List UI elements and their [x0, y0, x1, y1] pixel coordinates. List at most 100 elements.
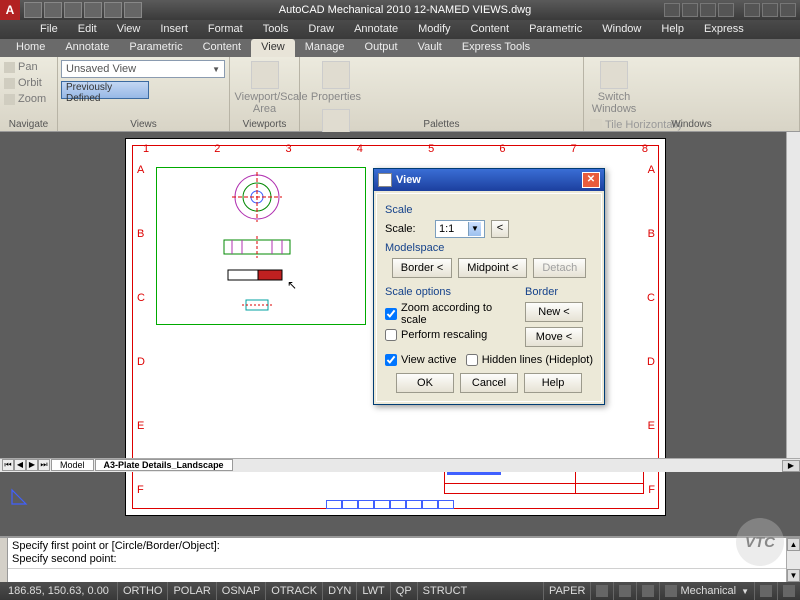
toggle-lwt[interactable]: LWT	[356, 582, 389, 600]
previously-defined-button[interactable]: Previously Defined	[61, 81, 149, 99]
scale-combo[interactable]: 1:1▼	[435, 220, 485, 238]
menu-edit[interactable]: Edit	[68, 20, 107, 39]
qat-open-icon[interactable]	[44, 2, 62, 18]
status-tray-icon[interactable]	[754, 582, 777, 600]
side-view-sketch	[222, 236, 292, 258]
menu-file[interactable]: File	[30, 20, 68, 39]
rescale-checkbox[interactable]: Perform rescaling	[385, 329, 509, 341]
tab-nav-first[interactable]: ⏮	[2, 459, 14, 471]
help-button[interactable]: Help	[524, 373, 582, 393]
menu-help[interactable]: Help	[651, 20, 694, 39]
rescale-checkbox-input[interactable]	[385, 329, 397, 341]
command-scrollbar[interactable]: ▲ ▼	[786, 538, 800, 582]
tab-content[interactable]: Content	[193, 39, 252, 57]
minimize-button[interactable]	[744, 3, 760, 17]
help-icon[interactable]	[718, 3, 734, 17]
properties-icon	[322, 61, 350, 89]
search-icon[interactable]	[664, 3, 680, 17]
toggle-dyn[interactable]: DYN	[322, 582, 356, 600]
comm-center-icon[interactable]	[682, 3, 698, 17]
tab-view[interactable]: View	[251, 39, 295, 57]
tab-nav-prev[interactable]: ◀	[14, 459, 26, 471]
tab-nav-last[interactable]: ⏭	[38, 459, 50, 471]
switch-windows-button[interactable]: Switch Windows	[590, 61, 638, 115]
ruler-left: ABCDEF	[137, 164, 147, 496]
viewport-scale-area-button[interactable]: Viewport/Scale Area	[235, 61, 295, 115]
tab-express-tools[interactable]: Express Tools	[452, 39, 540, 57]
pan-button[interactable]: Pan	[2, 59, 55, 75]
dialog-titlebar[interactable]: View ✕	[374, 169, 604, 191]
vertical-scrollbar[interactable]	[786, 132, 800, 458]
group-label-navigate: Navigate	[0, 119, 57, 130]
favorites-icon[interactable]	[700, 3, 716, 17]
menu-format[interactable]: Format	[198, 20, 253, 39]
dialog-close-button[interactable]: ✕	[582, 172, 600, 188]
qat-save-icon[interactable]	[64, 2, 82, 18]
tab-manage[interactable]: Manage	[295, 39, 355, 57]
menu-annotate[interactable]: Annotate	[344, 20, 408, 39]
zoom-icon	[4, 94, 15, 105]
tab-vault[interactable]: Vault	[408, 39, 452, 57]
toggle-osnap[interactable]: OSNAP	[216, 582, 266, 600]
zoom-checkbox-input[interactable]	[385, 308, 397, 320]
orbit-button[interactable]: Orbit	[2, 75, 55, 91]
coordinates-display[interactable]: 186.85, 150.63, 0.00	[0, 585, 117, 597]
tab-parametric[interactable]: Parametric	[119, 39, 192, 57]
section-view-sketch	[227, 268, 285, 284]
qat-new-icon[interactable]	[24, 2, 42, 18]
tab-home[interactable]: Home	[6, 39, 55, 57]
clean-screen-button[interactable]	[777, 582, 800, 600]
midpoint-button[interactable]: Midpoint <	[458, 258, 527, 278]
move-button[interactable]: Move <	[525, 327, 583, 347]
scroll-down-icon[interactable]: ▼	[787, 569, 800, 582]
qat-undo-icon[interactable]	[84, 2, 102, 18]
status-icon-1[interactable]	[590, 582, 613, 600]
scroll-right-button[interactable]: ▶	[782, 460, 800, 472]
hidden-lines-checkbox-input[interactable]	[466, 354, 478, 366]
view-active-checkbox-input[interactable]	[385, 354, 397, 366]
cancel-button[interactable]: Cancel	[460, 373, 518, 393]
scale-reset-button[interactable]: <	[491, 220, 509, 238]
scroll-up-icon[interactable]: ▲	[787, 538, 800, 551]
menu-express[interactable]: Express	[694, 20, 754, 39]
menu-insert[interactable]: Insert	[150, 20, 198, 39]
tab-annotate[interactable]: Annotate	[55, 39, 119, 57]
zoom-button[interactable]: Zoom	[2, 91, 55, 107]
new-button[interactable]: New <	[525, 302, 583, 322]
status-icon-3[interactable]	[636, 582, 659, 600]
ok-button[interactable]: OK	[396, 373, 454, 393]
workspace-switcher[interactable]: Mechanical▼	[659, 582, 754, 600]
border-button[interactable]: Border <	[392, 258, 453, 278]
menu-modify[interactable]: Modify	[408, 20, 460, 39]
viewport-frame[interactable]: ↖	[156, 167, 366, 325]
app-menu-button[interactable]: A	[0, 0, 20, 20]
layout-tab-model[interactable]: Model	[51, 459, 94, 471]
paper-model-toggle[interactable]: PAPER	[543, 582, 590, 600]
menu-draw[interactable]: Draw	[298, 20, 344, 39]
menu-tools[interactable]: Tools	[253, 20, 299, 39]
status-icon-2[interactable]	[613, 582, 636, 600]
toggle-struct[interactable]: STRUCT	[417, 582, 473, 600]
menu-parametric[interactable]: Parametric	[519, 20, 592, 39]
toggle-polar[interactable]: POLAR	[167, 582, 215, 600]
menu-view[interactable]: View	[107, 20, 151, 39]
hidden-lines-checkbox[interactable]: Hidden lines (Hideplot)	[466, 354, 593, 366]
zoom-checkbox[interactable]: Zoom according to scale	[385, 302, 509, 326]
qat-redo-icon[interactable]	[104, 2, 122, 18]
properties-button[interactable]: Properties	[306, 61, 366, 103]
named-views-combo[interactable]: Unsaved View▼	[61, 60, 225, 78]
qat-print-icon[interactable]	[124, 2, 142, 18]
tab-nav-next[interactable]: ▶	[26, 459, 38, 471]
menu-window[interactable]: Window	[592, 20, 651, 39]
menu-content[interactable]: Content	[461, 20, 520, 39]
command-line-grip[interactable]	[0, 538, 8, 582]
toggle-qp[interactable]: QP	[390, 582, 417, 600]
maximize-button[interactable]	[762, 3, 778, 17]
view-active-checkbox[interactable]: View active	[385, 354, 456, 366]
toggle-otrack[interactable]: OTRACK	[265, 582, 322, 600]
command-line[interactable]: Specify first point or [Circle/Border/Ob…	[0, 536, 800, 582]
close-button[interactable]	[780, 3, 796, 17]
tab-output[interactable]: Output	[355, 39, 408, 57]
layout-tab-a3[interactable]: A3-Plate Details_Landscape	[95, 459, 233, 471]
toggle-ortho[interactable]: ORTHO	[117, 582, 168, 600]
